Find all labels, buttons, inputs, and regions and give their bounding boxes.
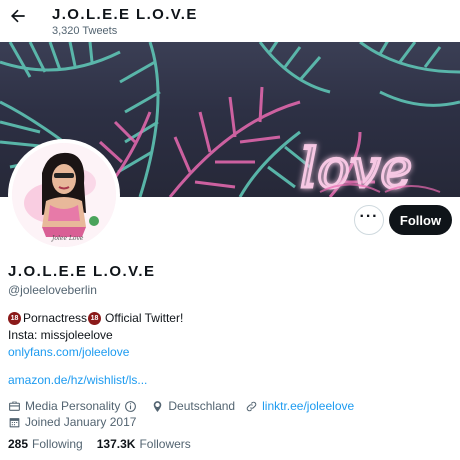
profile-joined: Joined January 2017 bbox=[8, 414, 136, 430]
link-icon bbox=[245, 400, 258, 413]
adult-badge-icon: 18 bbox=[88, 312, 102, 325]
bio-link-onlyfans[interactable]: onlyfans.com/joleelove bbox=[8, 344, 129, 361]
header-title: J.O.L.E.E L.O.V.E bbox=[52, 6, 198, 23]
briefcase-icon bbox=[8, 400, 21, 413]
follow-button[interactable]: Follow bbox=[389, 205, 452, 235]
follow-stats: 285 Following 137.3K Followers bbox=[8, 437, 205, 451]
avatar-image: Jolee Love bbox=[12, 143, 116, 247]
profile-bio: 18 Pornactress 18 Official Twitter! Inst… bbox=[8, 310, 448, 361]
following-count: 285 bbox=[8, 437, 29, 451]
more-icon: ··· bbox=[359, 208, 379, 225]
profile-location: Deutschland bbox=[168, 399, 236, 413]
bio-insta: Insta: missjoleelove bbox=[8, 328, 113, 342]
calendar-icon bbox=[8, 416, 21, 429]
following-label: Following bbox=[32, 437, 83, 451]
profile-category: Media Personality bbox=[25, 399, 121, 413]
bio-role: Pornactress bbox=[23, 311, 88, 325]
more-options-button[interactable]: ··· bbox=[354, 205, 384, 235]
arrow-left-icon bbox=[11, 9, 25, 23]
display-name: J.O.L.E.E L.O.V.E bbox=[8, 263, 156, 280]
followers-link[interactable]: 137.3K Followers bbox=[97, 437, 191, 451]
user-handle: @joleeloveberlin bbox=[8, 283, 97, 297]
adult-badge-icon: 18 bbox=[8, 312, 21, 325]
back-button[interactable] bbox=[8, 6, 28, 26]
profile-website[interactable]: linktr.ee/joleelove bbox=[262, 399, 354, 413]
location-pin-icon bbox=[151, 400, 164, 413]
joined-date: Joined January 2017 bbox=[25, 415, 137, 429]
following-link[interactable]: 285 Following bbox=[8, 437, 83, 451]
profile-meta: Media Personality Deutschland linktr.ee/… bbox=[8, 398, 354, 414]
avatar[interactable]: Jolee Love bbox=[8, 139, 120, 251]
avatar-signature: Jolee Love bbox=[50, 235, 84, 242]
bio-link-amazon[interactable]: amazon.de/hz/wishlist/ls... bbox=[8, 373, 147, 387]
bio-official: Official Twitter! bbox=[105, 311, 184, 325]
info-icon[interactable] bbox=[124, 400, 137, 413]
profile-header: J.O.L.E.E L.O.V.E 3,320 Tweets bbox=[0, 0, 460, 42]
followers-label: Followers bbox=[139, 437, 191, 451]
followers-count: 137.3K bbox=[96, 437, 136, 451]
tweet-count: 3,320 Tweets bbox=[52, 25, 118, 37]
